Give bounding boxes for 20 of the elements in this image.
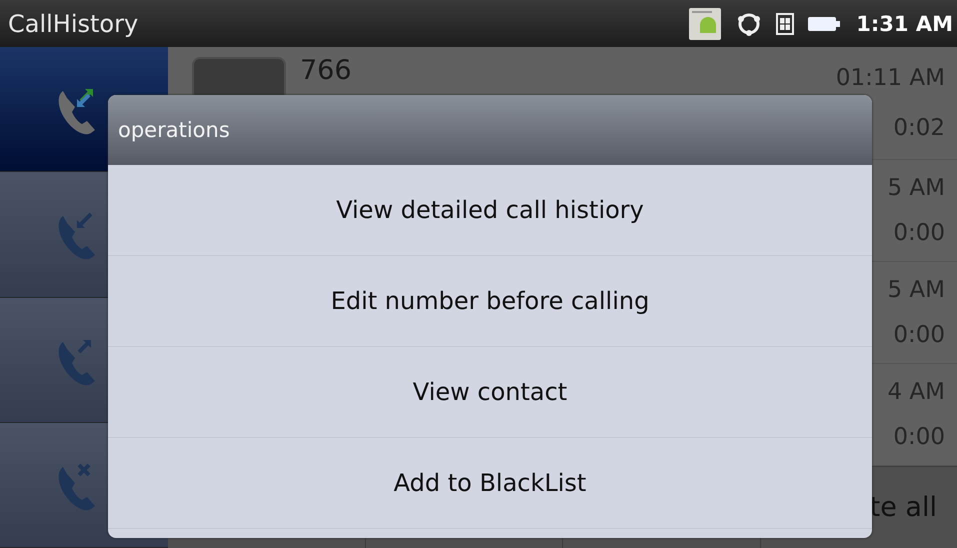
menu-item[interactable]: Add to BlackList xyxy=(108,438,872,529)
sync-icon xyxy=(736,10,762,36)
menu-item[interactable]: View detailed call histiory xyxy=(108,165,872,256)
menu-item[interactable]: View contact xyxy=(108,347,872,438)
call-duration: 0:00 xyxy=(893,424,945,450)
phone-number: 766 xyxy=(300,55,353,88)
clock: 1:31 AM xyxy=(856,12,954,36)
sim-card-icon xyxy=(776,12,794,34)
call-time: 01:11 AM xyxy=(836,65,945,91)
dialog-title: operations xyxy=(108,95,872,165)
android-notification-icon xyxy=(688,6,722,40)
call-time: 5 AM xyxy=(887,175,945,202)
battery-icon xyxy=(808,14,842,32)
call-time: 4 AM xyxy=(887,379,945,406)
call-duration: 0:00 xyxy=(893,220,945,246)
app-title: CallHistory xyxy=(8,10,140,38)
call-time: 5 AM xyxy=(887,277,945,304)
call-duration: 0:02 xyxy=(893,115,945,141)
menu-item[interactable]: Edit number before calling xyxy=(108,256,872,347)
call-duration: 0:00 xyxy=(893,322,945,348)
